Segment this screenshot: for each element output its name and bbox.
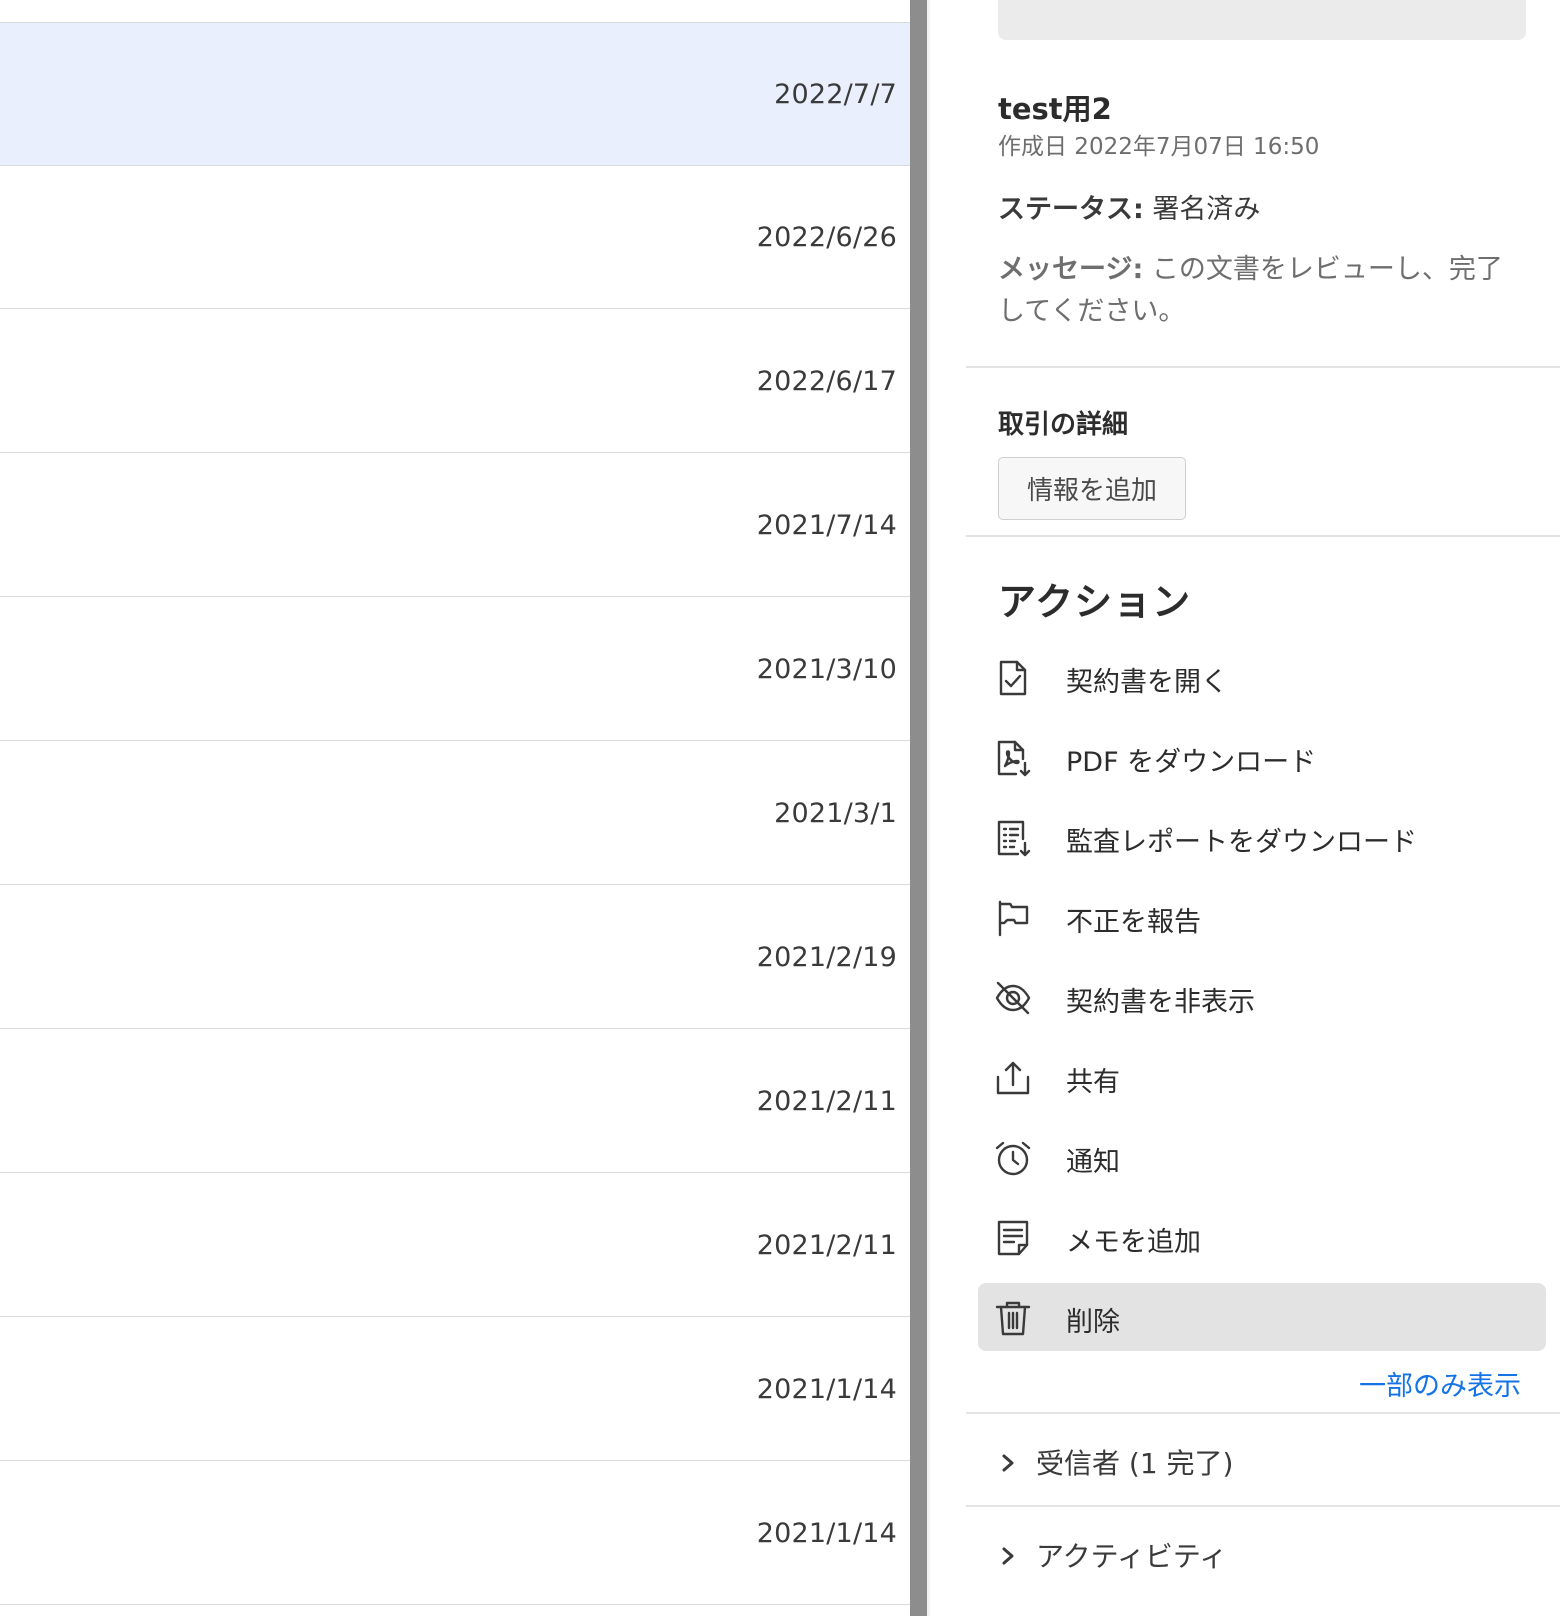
- action-label: PDF をダウンロード: [1066, 747, 1317, 778]
- list-row[interactable]: 2021/3/1: [0, 742, 910, 885]
- action-label: 契約書を開く: [1066, 667, 1228, 698]
- row-date: 2022/7/7: [774, 79, 897, 110]
- row-date: 2022/6/17: [756, 366, 897, 397]
- trash-icon: [994, 1299, 1032, 1337]
- pdf-download-icon: [994, 739, 1032, 777]
- row-date: 2021/2/11: [756, 1230, 897, 1261]
- created-date: 作成日 2022年7月07日 16:50: [998, 134, 1320, 160]
- row-date: 2021/3/10: [756, 654, 897, 685]
- list-row[interactable]: 2021/1/14: [0, 1462, 910, 1605]
- add-info-button[interactable]: 情報を追加: [998, 457, 1186, 520]
- list-row[interactable]: 2021/2/11: [0, 1174, 910, 1317]
- action-add-note[interactable]: メモを追加: [978, 1203, 1546, 1271]
- transaction-details-heading: 取引の詳細: [998, 410, 1129, 440]
- action-label: 削除: [1066, 1307, 1120, 1338]
- document-preview[interactable]: [998, 0, 1526, 40]
- app-root: 2022/7/7 2022/6/26 2022/6/17 2021/7/14 2…: [0, 0, 1566, 1616]
- action-reminder[interactable]: 通知: [978, 1123, 1546, 1191]
- document-title: test用2: [998, 92, 1112, 126]
- scrollbar-thumb[interactable]: [910, 0, 927, 1616]
- row-date: 2022/6/26: [756, 222, 897, 253]
- recipients-label: 受信者 (1 完了): [1036, 1447, 1234, 1480]
- status-label: ステータス:: [998, 194, 1144, 225]
- row-date: 2021/2/11: [756, 1086, 897, 1117]
- action-label: 共有: [1066, 1067, 1120, 1098]
- divider: [966, 366, 1560, 368]
- action-download-pdf[interactable]: PDF をダウンロード: [978, 723, 1546, 791]
- action-open-agreement[interactable]: 契約書を開く: [978, 643, 1546, 711]
- message-line: メッセージ: この文書をレビューし、完了してください。: [998, 249, 1523, 333]
- list-row[interactable]: 2021/1/14: [0, 1318, 910, 1461]
- list-row[interactable]: 2021/7/14: [0, 454, 910, 597]
- activity-section-toggle[interactable]: アクティビティ: [998, 1531, 1538, 1581]
- divider: [966, 1412, 1560, 1414]
- action-label: 監査レポートをダウンロード: [1066, 827, 1417, 858]
- divider: [966, 535, 1560, 537]
- details-panel: test用2 作成日 2022年7月07日 16:50 ステータス: 署名済み …: [930, 0, 1566, 1616]
- share-icon: [994, 1059, 1032, 1097]
- list-row[interactable]: 2021/3/10: [0, 598, 910, 741]
- chevron-right-icon: [998, 1543, 1018, 1569]
- report-download-icon: [994, 819, 1032, 857]
- list-row[interactable]: 2021/2/19: [0, 886, 910, 1029]
- action-label: メモを追加: [1066, 1227, 1201, 1258]
- message-label: メッセージ:: [998, 254, 1144, 285]
- action-delete[interactable]: 削除: [978, 1283, 1546, 1351]
- document-check-icon: [994, 659, 1032, 697]
- list-row-selected[interactable]: 2022/7/7: [0, 23, 910, 166]
- action-hide-agreement[interactable]: 契約書を非表示: [978, 963, 1546, 1031]
- alarm-clock-icon: [994, 1139, 1032, 1177]
- row-date: 2021/1/14: [756, 1518, 897, 1549]
- agreements-list: 2022/7/7 2022/6/26 2022/6/17 2021/7/14 2…: [0, 0, 910, 1616]
- action-label: 通知: [1066, 1147, 1120, 1178]
- note-icon: [994, 1219, 1032, 1257]
- recipients-section-toggle[interactable]: 受信者 (1 完了): [998, 1438, 1538, 1488]
- action-label: 契約書を非表示: [1066, 987, 1255, 1018]
- activity-label: アクティビティ: [1036, 1540, 1228, 1573]
- list-row[interactable]: 2022/6/17: [0, 310, 910, 453]
- list-row[interactable]: 2022/6/26: [0, 166, 910, 309]
- list-row[interactable]: 2021/2/11: [0, 1030, 910, 1173]
- actions-heading: アクション: [998, 580, 1192, 624]
- action-share[interactable]: 共有: [978, 1043, 1546, 1111]
- row-date: 2021/1/14: [756, 1374, 897, 1405]
- divider: [966, 1505, 1560, 1507]
- row-date: 2021/7/14: [756, 510, 897, 541]
- chevron-right-icon: [998, 1450, 1018, 1476]
- status-line: ステータス: 署名済み: [998, 187, 1260, 226]
- action-report-fraud[interactable]: 不正を報告: [978, 883, 1546, 951]
- show-less-link[interactable]: 一部のみ表示: [1359, 1364, 1521, 1403]
- row-date: 2021/3/1: [774, 798, 897, 829]
- row-date: 2021/2/19: [756, 942, 897, 973]
- action-download-audit-report[interactable]: 監査レポートをダウンロード: [978, 803, 1546, 871]
- flag-icon: [994, 899, 1032, 937]
- action-label: 不正を報告: [1066, 907, 1201, 938]
- eye-off-icon: [994, 979, 1032, 1017]
- status-value: 署名済み: [1152, 194, 1261, 225]
